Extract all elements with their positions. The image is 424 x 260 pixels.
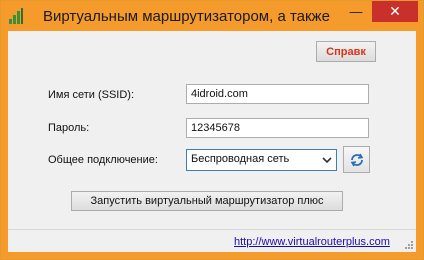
website-link[interactable]: http://www.virtualrouterplus.com bbox=[234, 236, 390, 248]
password-label: Пароль: bbox=[48, 122, 90, 134]
chevron-down-icon bbox=[322, 157, 332, 164]
title-bar[interactable]: Виртуальным маршрутизатором, а также — ✕ bbox=[1, 1, 423, 31]
connection-label: Общее подключение: bbox=[48, 154, 158, 166]
help-button[interactable]: Справк bbox=[316, 41, 376, 62]
ssid-input[interactable] bbox=[186, 84, 369, 104]
start-router-button[interactable]: Запустить виртуальный маршрутизатор плюс bbox=[71, 191, 343, 211]
resize-grip-icon[interactable] bbox=[404, 240, 414, 250]
window-title: Виртуальным маршрутизатором, а также bbox=[43, 8, 330, 25]
ssid-label: Имя сети (SSID): bbox=[48, 89, 135, 101]
connection-selected-value: Беспроводная сеть bbox=[191, 153, 290, 165]
main-panel: Справк Имя сети (SSID): Пароль: Общее по… bbox=[8, 31, 416, 252]
minimize-button[interactable]: — bbox=[343, 1, 369, 22]
status-bar: http://www.virtualrouterplus.com bbox=[8, 229, 416, 252]
refresh-icon bbox=[350, 153, 363, 166]
connection-select[interactable]: Беспроводная сеть bbox=[186, 149, 337, 171]
minimize-icon: — bbox=[349, 4, 363, 19]
close-icon: ✕ bbox=[389, 3, 401, 19]
app-window: Виртуальным маршрутизатором, а также — ✕… bbox=[0, 0, 424, 260]
password-input[interactable] bbox=[186, 118, 369, 138]
app-signal-icon bbox=[9, 8, 23, 24]
close-button[interactable]: ✕ bbox=[372, 1, 418, 22]
refresh-button[interactable] bbox=[343, 146, 370, 173]
